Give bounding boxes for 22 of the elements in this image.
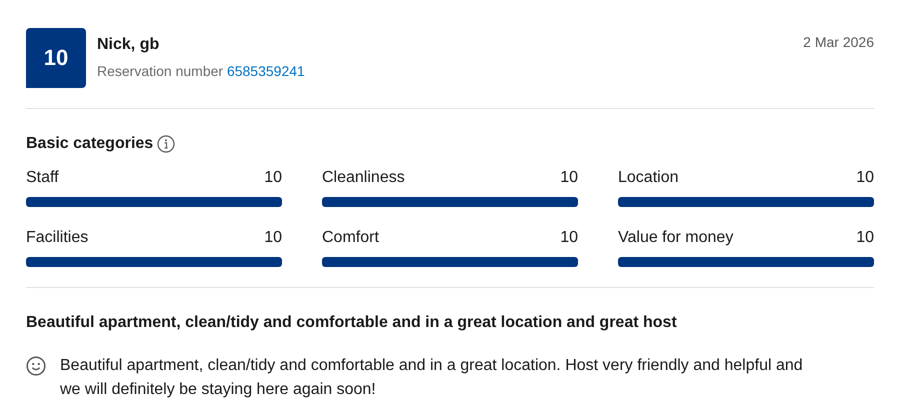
reservation-number-link[interactable]: 6585359241 [226,63,305,79]
score-badge: 10 [26,28,86,88]
category-score: 10 [856,229,874,247]
category-name: Cleanliness [322,169,405,187]
category-score: 10 [560,169,578,187]
smiley-icon [26,356,46,376]
category-score: 10 [560,229,578,247]
positive-comment: Beautiful apartment, clean/tidy and comfortable and in a great location. Host very friendly and helpful and we will definitely be staying here again soon! [60,356,804,400]
info-icon[interactable] [157,135,176,153]
section-title: Basic categories [26,135,154,153]
reservation-label: Reservation number [97,63,224,79]
category-name: Facilities [26,229,88,247]
category-name: Location [618,169,678,187]
category-name: Comfort [322,229,379,247]
category-name: Value for money [618,229,734,247]
category-score: 10 [856,169,874,187]
reviewer-name: Nick, gb [97,36,160,54]
category-score: 10 [264,229,282,247]
category-score: 10 [264,169,282,187]
review-title: Beautiful apartment, clean/tidy and comfortable and in a great location and great host [26,314,678,332]
review-date: 2 Mar 2026 [803,34,874,50]
category-name: Staff [26,169,59,187]
